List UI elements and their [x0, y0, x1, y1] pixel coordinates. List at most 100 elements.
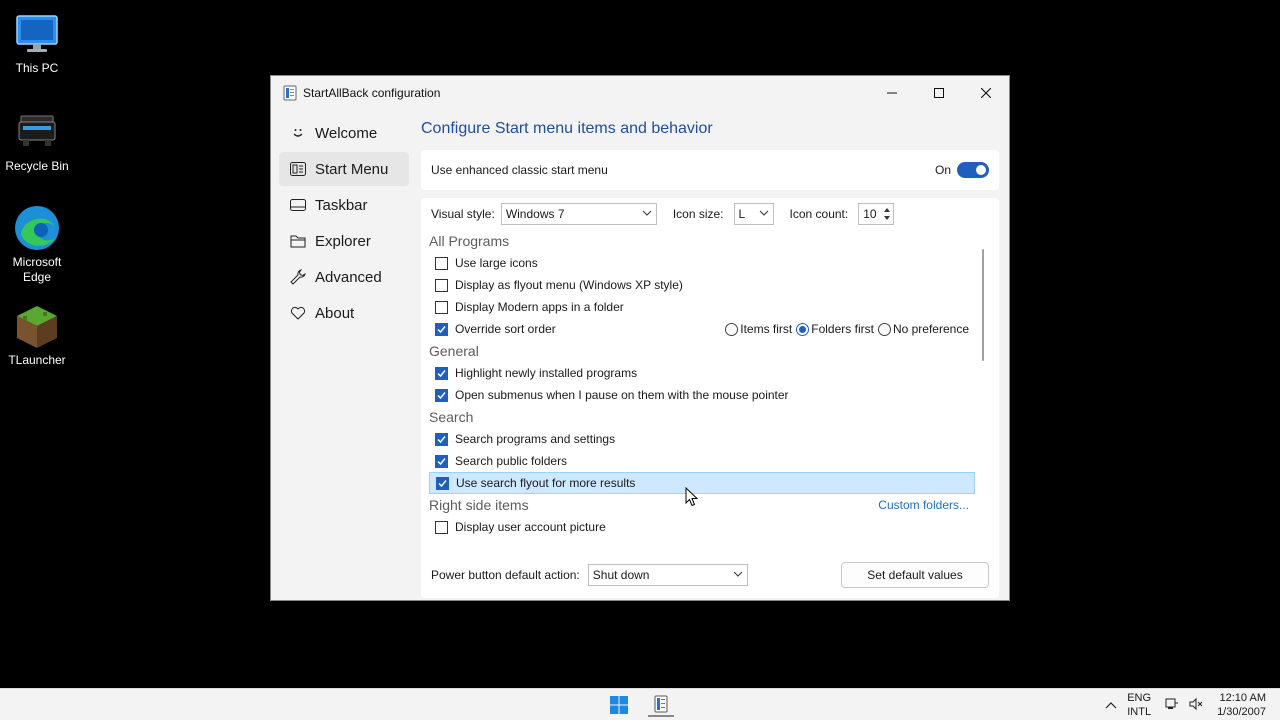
option-search-flyout[interactable]: Use search flyout for more results	[429, 472, 975, 494]
option-label: Override sort order	[455, 322, 556, 336]
checkbox[interactable]	[435, 322, 448, 336]
checkbox[interactable]	[435, 256, 448, 270]
tlauncher-icon	[13, 302, 61, 350]
icon-count-value: 10	[863, 207, 877, 221]
option-label: Use search flyout for more results	[456, 476, 636, 490]
radio-button[interactable]	[877, 322, 891, 336]
sidebar-item-about[interactable]: About	[279, 296, 409, 330]
clock[interactable]: 12:10 AM 1/30/2007	[1217, 691, 1266, 719]
option-open-submenus[interactable]: Open submenus when I pause on them with …	[429, 384, 975, 406]
sidebar-item-taskbar[interactable]: Taskbar	[279, 188, 409, 222]
desktop-icon-edge[interactable]: Microsoft Edge	[0, 204, 74, 285]
sidebar-item-label: Taskbar	[315, 196, 368, 214]
start-button[interactable]	[606, 693, 632, 717]
option-user-picture[interactable]: Display user account picture	[429, 516, 975, 538]
option-search-public-folders[interactable]: Search public folders	[429, 450, 975, 472]
startallback-window: StartAllBack configuration Welcome Start…	[270, 75, 1010, 601]
input-language-indicator[interactable]: ENG INTL	[1127, 691, 1151, 719]
power-action-select[interactable]: Shut down	[587, 564, 748, 586]
checkbox[interactable]	[435, 388, 448, 402]
taskbar: ENG INTL 12:10 AM 1/30/2007	[0, 688, 1280, 720]
maximize-button[interactable]	[915, 76, 962, 110]
radio-folders-first[interactable]: Folders first	[796, 322, 874, 336]
radio-label: Items first	[740, 322, 793, 336]
desktop-icon-tlauncher[interactable]: TLauncher	[0, 302, 74, 368]
volume-muted-icon[interactable]	[1189, 697, 1203, 714]
wrench-icon	[289, 268, 307, 286]
check-icon	[437, 369, 446, 377]
sidebar-item-welcome[interactable]: Welcome	[279, 116, 409, 150]
section-general: General	[429, 343, 479, 359]
settings-panel: Visual style: Windows 7 Icon size: L Ico…	[421, 198, 999, 598]
sort-order-radio-group: Items first Folders first No preference	[721, 318, 969, 340]
list-scrollbar[interactable]	[982, 243, 985, 555]
option-label: Display user account picture	[455, 520, 606, 534]
scrollbar-thumb[interactable]	[982, 249, 984, 361]
startallback-app-icon	[654, 695, 668, 713]
desktop-icon-label: Microsoft Edge	[12, 255, 62, 284]
option-label: Open submenus when I pause on them with …	[455, 388, 789, 402]
desktop-icon-label: This PC	[15, 61, 59, 75]
custom-folders-link[interactable]: Custom folders...	[878, 494, 969, 516]
checkbox[interactable]	[436, 476, 449, 490]
option-label: Use large icons	[455, 256, 538, 270]
checkbox[interactable]	[435, 278, 448, 292]
heart-icon	[289, 304, 307, 322]
system-tray: ENG INTL 12:10 AM 1/30/2007	[1105, 689, 1266, 720]
desktop-icon-label: TLauncher	[8, 353, 66, 367]
title-bar[interactable]: StartAllBack configuration	[271, 76, 1009, 110]
section-right-side-items: Right side items Custom folders...	[429, 494, 975, 516]
windows-logo-icon	[610, 696, 628, 714]
set-default-values-button[interactable]: Set default values	[841, 562, 989, 588]
option-modern-apps-folder[interactable]: Display Modern apps in a folder	[429, 296, 975, 318]
option-label: Search public folders	[455, 454, 568, 468]
section-all-programs: All Programs	[429, 233, 510, 249]
desktop-icon-recycle-bin[interactable]: Recycle Bin	[0, 108, 74, 174]
chevron-down-icon	[642, 210, 652, 216]
power-row: Power button default action: Shut down S…	[431, 562, 989, 588]
section-search: Search	[429, 409, 474, 425]
power-action-value: Shut down	[592, 568, 650, 582]
radio-label: No preference	[892, 322, 969, 336]
radio-button[interactable]	[725, 322, 739, 336]
checkbox[interactable]	[435, 432, 448, 446]
edge-icon	[13, 204, 61, 252]
radio-no-preference[interactable]: No preference	[877, 322, 969, 336]
enhanced-start-menu-toggle[interactable]	[957, 162, 989, 178]
option-large-icons[interactable]: Use large icons	[429, 252, 975, 274]
taskbar-apps	[606, 693, 690, 717]
sidebar-item-label: Advanced	[315, 268, 382, 286]
check-icon	[437, 457, 446, 465]
lang-code: ENG	[1127, 692, 1152, 704]
enhanced-start-menu-toggle-group: On	[935, 162, 989, 178]
radio-button[interactable]	[796, 322, 810, 336]
visual-style-label: Visual style:	[431, 207, 495, 221]
option-flyout-menu[interactable]: Display as flyout menu (Windows XP style…	[429, 274, 975, 296]
minimize-button[interactable]	[868, 76, 915, 110]
network-icon[interactable]	[1165, 697, 1179, 714]
clock-date: 1/30/2007	[1217, 706, 1266, 718]
show-hidden-icons-chevron-icon[interactable]	[1105, 698, 1117, 712]
option-highlight-new[interactable]: Highlight newly installed programs	[429, 362, 975, 384]
icon-size-select[interactable]: L	[733, 203, 774, 225]
option-override-sort[interactable]: Override sort order Items first Folders …	[429, 318, 975, 340]
radio-items-first[interactable]: Items first	[725, 322, 792, 336]
close-button[interactable]	[962, 76, 1009, 110]
sidebar-item-advanced[interactable]: Advanced	[279, 260, 409, 294]
clock-time: 12:10 AM	[1219, 692, 1266, 704]
toggle-knob	[976, 165, 986, 175]
checkbox[interactable]	[435, 454, 448, 468]
sidebar-nav: Welcome Start Menu Taskbar Explorer Adva…	[279, 114, 409, 332]
checkbox[interactable]	[435, 520, 448, 534]
sidebar-item-start-menu[interactable]: Start Menu	[279, 152, 409, 186]
chevron-down-icon	[733, 571, 743, 577]
taskbar-startallback-button[interactable]	[648, 693, 674, 717]
monitor-icon	[13, 10, 61, 58]
sidebar-item-explorer[interactable]: Explorer	[279, 224, 409, 258]
checkbox[interactable]	[435, 300, 448, 314]
icon-count-stepper[interactable]: 10	[858, 203, 895, 225]
checkbox[interactable]	[435, 366, 448, 380]
desktop-icon-this-pc[interactable]: This PC	[0, 10, 74, 76]
visual-style-select[interactable]: Windows 7	[500, 203, 657, 225]
option-search-programs[interactable]: Search programs and settings	[429, 428, 975, 450]
